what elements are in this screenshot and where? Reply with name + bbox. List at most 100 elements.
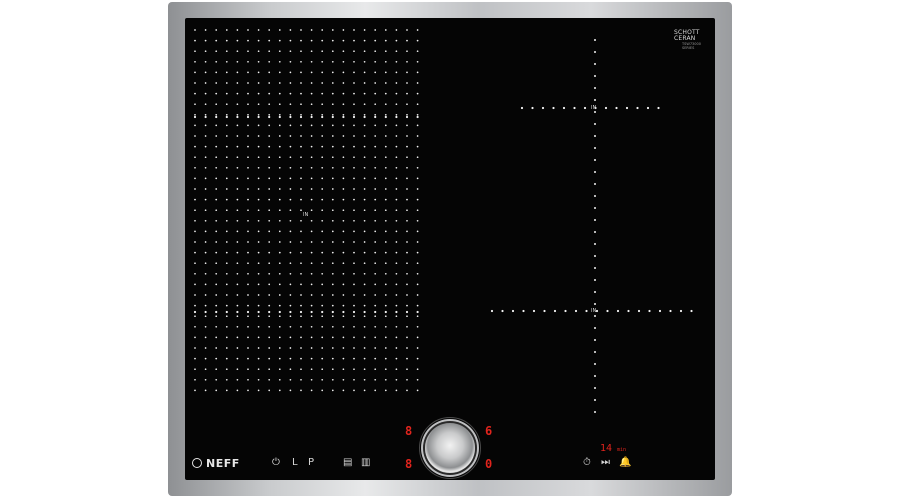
zone-dot [300, 241, 302, 243]
zone-dot [215, 230, 218, 233]
zone-dot [268, 188, 271, 190]
zone-dot [416, 357, 419, 360]
zone-dot [363, 219, 366, 222]
zone-dot [342, 198, 345, 201]
zone-dot [257, 304, 260, 307]
zone-dot [648, 309, 651, 313]
zone-dot [268, 103, 271, 106]
zone-dot [342, 82, 345, 84]
zone-dot [204, 124, 207, 127]
zone-dot [247, 198, 249, 201]
zone-dot [321, 198, 324, 201]
zone-dot [406, 262, 408, 265]
timer-button[interactable]: ⏱ [583, 457, 591, 468]
zone-dot [594, 303, 596, 305]
zone-dot [225, 166, 228, 169]
power-button[interactable]: ⏻ [272, 457, 280, 468]
zone-dot [310, 378, 313, 381]
zone-dot [353, 272, 355, 275]
zone-dot [215, 336, 218, 339]
zone-dot [363, 145, 366, 148]
zone-dot [247, 92, 249, 95]
zone-dot [353, 357, 355, 360]
zone-dot [268, 39, 271, 42]
skip-button[interactable]: ⏭ [601, 457, 610, 468]
zone-dot [406, 219, 408, 222]
zone-dot [416, 166, 419, 169]
zone-dot [278, 145, 281, 148]
zone-dot [416, 241, 419, 243]
zone-dot [342, 50, 345, 53]
zone-dot [268, 82, 271, 84]
zone-dot [225, 188, 228, 190]
zone-dot [395, 357, 398, 360]
zone-dot [289, 347, 292, 349]
zone-dot [247, 177, 249, 180]
zone-dot [342, 230, 345, 233]
zone-dot [215, 315, 218, 318]
zone-dot [215, 389, 218, 392]
zone-dot [193, 310, 197, 314]
zone-dot [384, 166, 387, 169]
zone-dot [406, 60, 408, 63]
zone-dot [395, 315, 398, 318]
zone-dot [278, 209, 281, 212]
lock-button[interactable]: L [292, 457, 298, 468]
zone-dot [225, 368, 228, 371]
zone-dot [342, 113, 345, 116]
zone-dot [321, 262, 324, 265]
zone-dot [416, 251, 419, 254]
zone-dot [416, 115, 419, 119]
zone-dot [247, 304, 249, 307]
zone-dot [194, 262, 196, 265]
zone-dot [395, 283, 398, 286]
zone-dot [310, 71, 313, 74]
zone-dot [363, 60, 366, 63]
zone-dot [236, 209, 239, 212]
alarm-bell-icon[interactable]: 🔔 [619, 457, 631, 468]
zone-dot [594, 387, 596, 389]
zone-dot [289, 325, 292, 328]
zone-dot [268, 272, 271, 275]
zone-dot [363, 389, 366, 392]
program-button[interactable]: P [308, 457, 314, 468]
zone-dot [268, 315, 271, 318]
zone-dot [204, 60, 207, 63]
zone-dot [300, 198, 302, 201]
zone-dot [594, 39, 596, 41]
zone-dot [405, 115, 409, 119]
zone-dot [225, 29, 228, 31]
zone-dot [268, 156, 271, 159]
zone-dot [342, 336, 345, 339]
zone-dot [321, 357, 324, 360]
zone-dot [331, 357, 334, 360]
zone-dot [289, 198, 292, 201]
zone-dot [416, 92, 419, 95]
zone-dot [300, 60, 302, 63]
flex-zone-button-a[interactable]: ▤ [343, 457, 352, 468]
zone-dot [257, 145, 260, 148]
zone-dot [278, 304, 281, 307]
zone-dot [342, 219, 345, 222]
zone-dot [247, 71, 249, 74]
flex-zone-button-b[interactable]: ▥ [361, 457, 370, 468]
zone-dot [395, 209, 398, 212]
zone-dot [268, 241, 271, 243]
zone-dot [321, 347, 324, 349]
zone-dot [278, 357, 281, 360]
zone-dot [353, 315, 355, 318]
zone-dot [215, 145, 218, 148]
zone-dot [594, 135, 596, 137]
zone-dot [520, 106, 524, 110]
zone-dot [225, 135, 228, 137]
zone-dot [594, 195, 596, 197]
zone-dot [236, 283, 239, 286]
twist-pad-knob[interactable] [425, 423, 475, 473]
zone-dot [342, 304, 345, 307]
zone-dot [194, 336, 196, 339]
zone-dot [194, 135, 196, 137]
zone-dot [247, 82, 249, 84]
zone-dot [247, 368, 249, 371]
zone-dot [384, 177, 387, 180]
zone-dot [363, 378, 366, 381]
